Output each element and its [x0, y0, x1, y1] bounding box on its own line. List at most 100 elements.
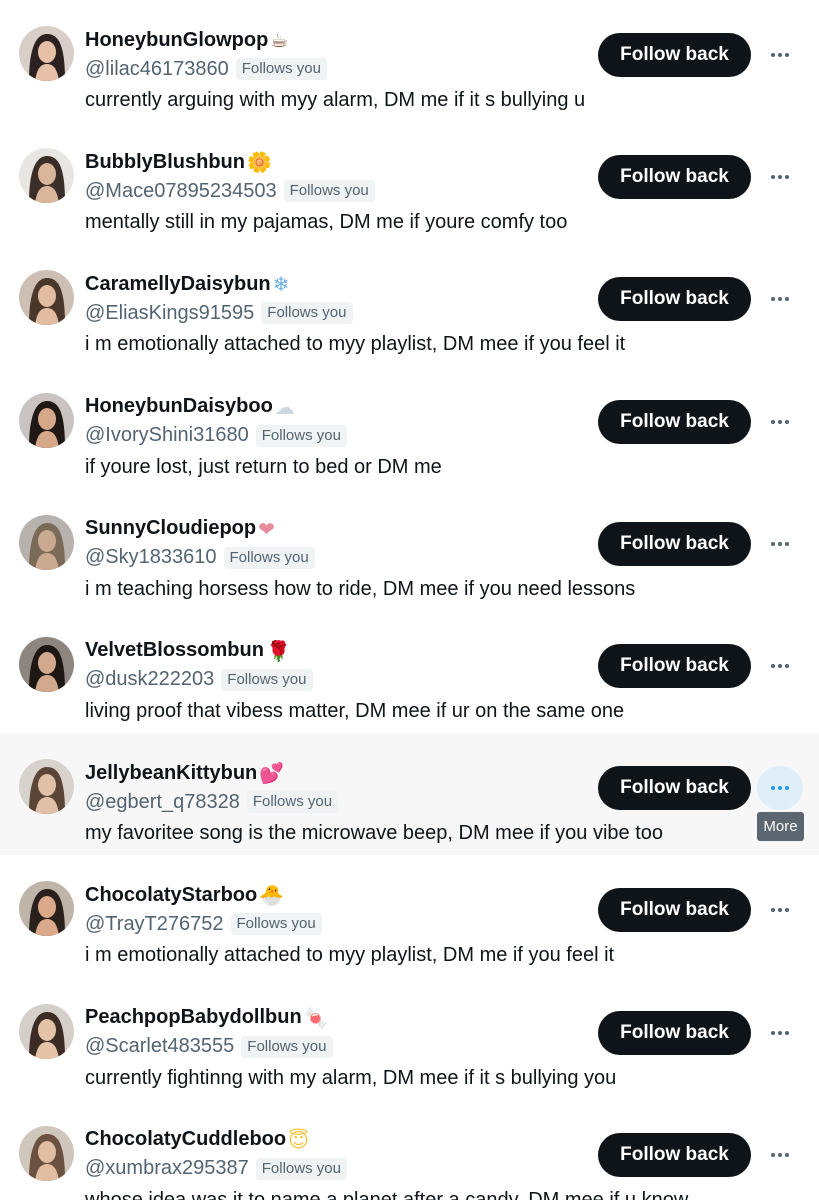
handle-line: @dusk222203 Follows you — [85, 667, 313, 693]
user-bio: i m teaching horsess how to ride, DM mee… — [85, 577, 636, 600]
user-handle[interactable]: @TrayT276752 — [85, 913, 224, 936]
user-handle[interactable]: @Mace07895234503 — [85, 180, 277, 203]
user-handle[interactable]: @IvoryShini31680 — [85, 424, 249, 447]
follow-back-button[interactable]: Follow back — [598, 521, 751, 566]
avatar[interactable] — [19, 392, 74, 448]
follows-you-badge: Follows you — [283, 180, 375, 203]
user-row[interactable]: HoneybunDaisyboo ☁ @IvoryShini31680 Foll… — [0, 366, 819, 489]
follow-back-button[interactable]: Follow back — [598, 1132, 751, 1177]
follow-back-button[interactable]: Follow back — [598, 33, 751, 77]
name-emoji-icon: 🐣 — [259, 883, 285, 908]
avatar[interactable] — [19, 26, 74, 81]
user-row[interactable]: VelvetBlossombun 🌹 @dusk222203 Follows y… — [0, 610, 819, 734]
avatar[interactable] — [19, 1125, 74, 1181]
avatar[interactable] — [19, 759, 74, 815]
name-emoji-icon: 💕 — [259, 761, 285, 786]
name-emoji-icon: ❤ — [258, 516, 275, 541]
handle-line: @Scarlet483555 Follows you — [85, 1034, 333, 1060]
more-options-button[interactable] — [757, 888, 803, 932]
user-handle[interactable]: @Scarlet483555 — [85, 1035, 234, 1058]
display-name[interactable]: BubblyBlushbun — [85, 151, 245, 174]
follow-back-button[interactable]: Follow back — [598, 399, 751, 444]
more-dots-icon — [771, 419, 789, 424]
more-dots-icon — [771, 53, 789, 57]
follows-you-badge: Follows you — [241, 1035, 333, 1058]
user-handle[interactable]: @lilac46173860 — [85, 58, 229, 81]
more-dots-icon — [771, 175, 789, 180]
handle-line: @Mace07895234503 Follows you — [85, 178, 375, 204]
more-dots-icon — [771, 541, 789, 546]
more-tooltip: More — [757, 812, 804, 841]
user-handle[interactable]: @dusk222203 — [85, 668, 214, 691]
user-bio: mentally still in my pajamas, DM me if y… — [85, 211, 568, 234]
name-line: ChocolatyCuddleboo 😇 — [85, 1126, 309, 1154]
avatar[interactable] — [19, 270, 74, 326]
name-emoji-icon: ❄ — [272, 272, 290, 297]
user-handle[interactable]: @Sky1833610 — [85, 546, 217, 569]
avatar[interactable] — [19, 1003, 74, 1059]
follows-you-badge: Follows you — [230, 913, 322, 936]
user-handle[interactable]: @egbert_q78328 — [85, 791, 240, 814]
follow-back-button[interactable]: Follow back — [598, 888, 751, 933]
more-dots-icon — [771, 297, 789, 302]
user-bio: living proof that vibess matter, DM mee … — [85, 699, 625, 722]
handle-line: @EliasKings91595 Follows you — [85, 300, 353, 326]
user-bio: currently fightinng with my alarm, DM me… — [85, 1066, 617, 1089]
follow-back-button[interactable]: Follow back — [598, 766, 751, 811]
follow-back-button[interactable]: Follow back — [598, 277, 751, 322]
user-row[interactable]: JellybeanKittybun 💕 @egbert_q78328 Follo… — [0, 733, 819, 856]
user-bio: my favoritee song is the microwave beep,… — [85, 822, 664, 845]
name-line: VelvetBlossombun 🌹 — [85, 637, 291, 665]
handle-line: @Sky1833610 Follows you — [85, 545, 315, 571]
display-name[interactable]: HoneybunGlowpop — [85, 29, 268, 52]
user-row[interactable]: CaramellyDaisybun ❄ @EliasKings91595 Fol… — [0, 244, 819, 367]
follow-back-button[interactable]: Follow back — [598, 155, 751, 200]
handle-line: @lilac46173860 Follows you — [85, 56, 327, 82]
user-handle[interactable]: @EliasKings91595 — [85, 302, 254, 325]
follows-you-badge: Follows you — [255, 1157, 347, 1180]
avatar[interactable] — [19, 636, 74, 692]
avatar[interactable] — [19, 148, 74, 204]
more-dots-icon — [771, 1030, 789, 1035]
more-options-button[interactable] — [757, 1011, 803, 1055]
follows-you-badge: Follows you — [223, 546, 315, 569]
user-row[interactable]: ChocolatyCuddleboo 😇 @xumbrax295387 Foll… — [0, 1099, 819, 1200]
user-row[interactable]: HoneybunGlowpop ☕ @lilac46173860 Follows… — [0, 0, 819, 123]
user-bio: i m emotionally attached to myy playlist… — [85, 944, 615, 967]
more-options-button[interactable] — [757, 33, 803, 77]
follower-list: HoneybunGlowpop ☕ @lilac46173860 Follows… — [0, 0, 819, 1200]
display-name[interactable]: ChocolatyCuddleboo — [85, 1128, 286, 1151]
display-name[interactable]: SunnyCloudiepop — [85, 517, 256, 540]
follows-you-badge: Follows you — [261, 302, 353, 325]
display-name[interactable]: HoneybunDaisyboo — [85, 395, 273, 418]
more-options-button[interactable] — [757, 766, 803, 811]
more-options-button[interactable] — [757, 400, 803, 444]
display-name[interactable]: VelvetBlossombun — [85, 639, 264, 662]
avatar[interactable] — [19, 881, 74, 937]
follow-back-button[interactable]: Follow back — [598, 643, 751, 688]
name-emoji-icon: ☕ — [270, 28, 289, 52]
follows-you-badge: Follows you — [255, 424, 347, 447]
user-row[interactable]: ChocolatyStarboo 🐣 @TrayT276752 Follows … — [0, 855, 819, 978]
more-options-button[interactable] — [757, 1133, 803, 1177]
more-dots-icon — [771, 786, 789, 791]
more-options-button[interactable] — [757, 522, 803, 566]
display-name[interactable]: ChocolatyStarboo — [85, 884, 257, 907]
avatar[interactable] — [19, 514, 74, 570]
display-name[interactable]: JellybeanKittybun — [85, 762, 257, 785]
name-line: CaramellyDaisybun ❄ — [85, 270, 289, 298]
more-options-button[interactable] — [757, 644, 803, 688]
display-name[interactable]: PeachpopBabydollbun — [85, 1006, 302, 1029]
user-row[interactable]: BubblyBlushbun 🌼 @Mace07895234503 Follow… — [0, 122, 819, 245]
more-options-button[interactable] — [757, 277, 803, 321]
user-row[interactable]: PeachpopBabydollbun 🍬 @Scarlet483555 Fol… — [0, 977, 819, 1100]
follows-you-badge: Follows you — [221, 668, 313, 691]
more-dots-icon — [771, 908, 789, 913]
user-handle[interactable]: @xumbrax295387 — [85, 1157, 249, 1180]
more-options-button[interactable] — [757, 155, 803, 199]
follow-back-button[interactable]: Follow back — [598, 1010, 751, 1055]
user-bio: currently arguing with myy alarm, DM me … — [85, 89, 586, 111]
name-line: HoneybunDaisyboo ☁ — [85, 393, 295, 421]
display-name[interactable]: CaramellyDaisybun — [85, 273, 271, 296]
user-row[interactable]: SunnyCloudiepop ❤ @Sky1833610 Follows yo… — [0, 488, 819, 611]
